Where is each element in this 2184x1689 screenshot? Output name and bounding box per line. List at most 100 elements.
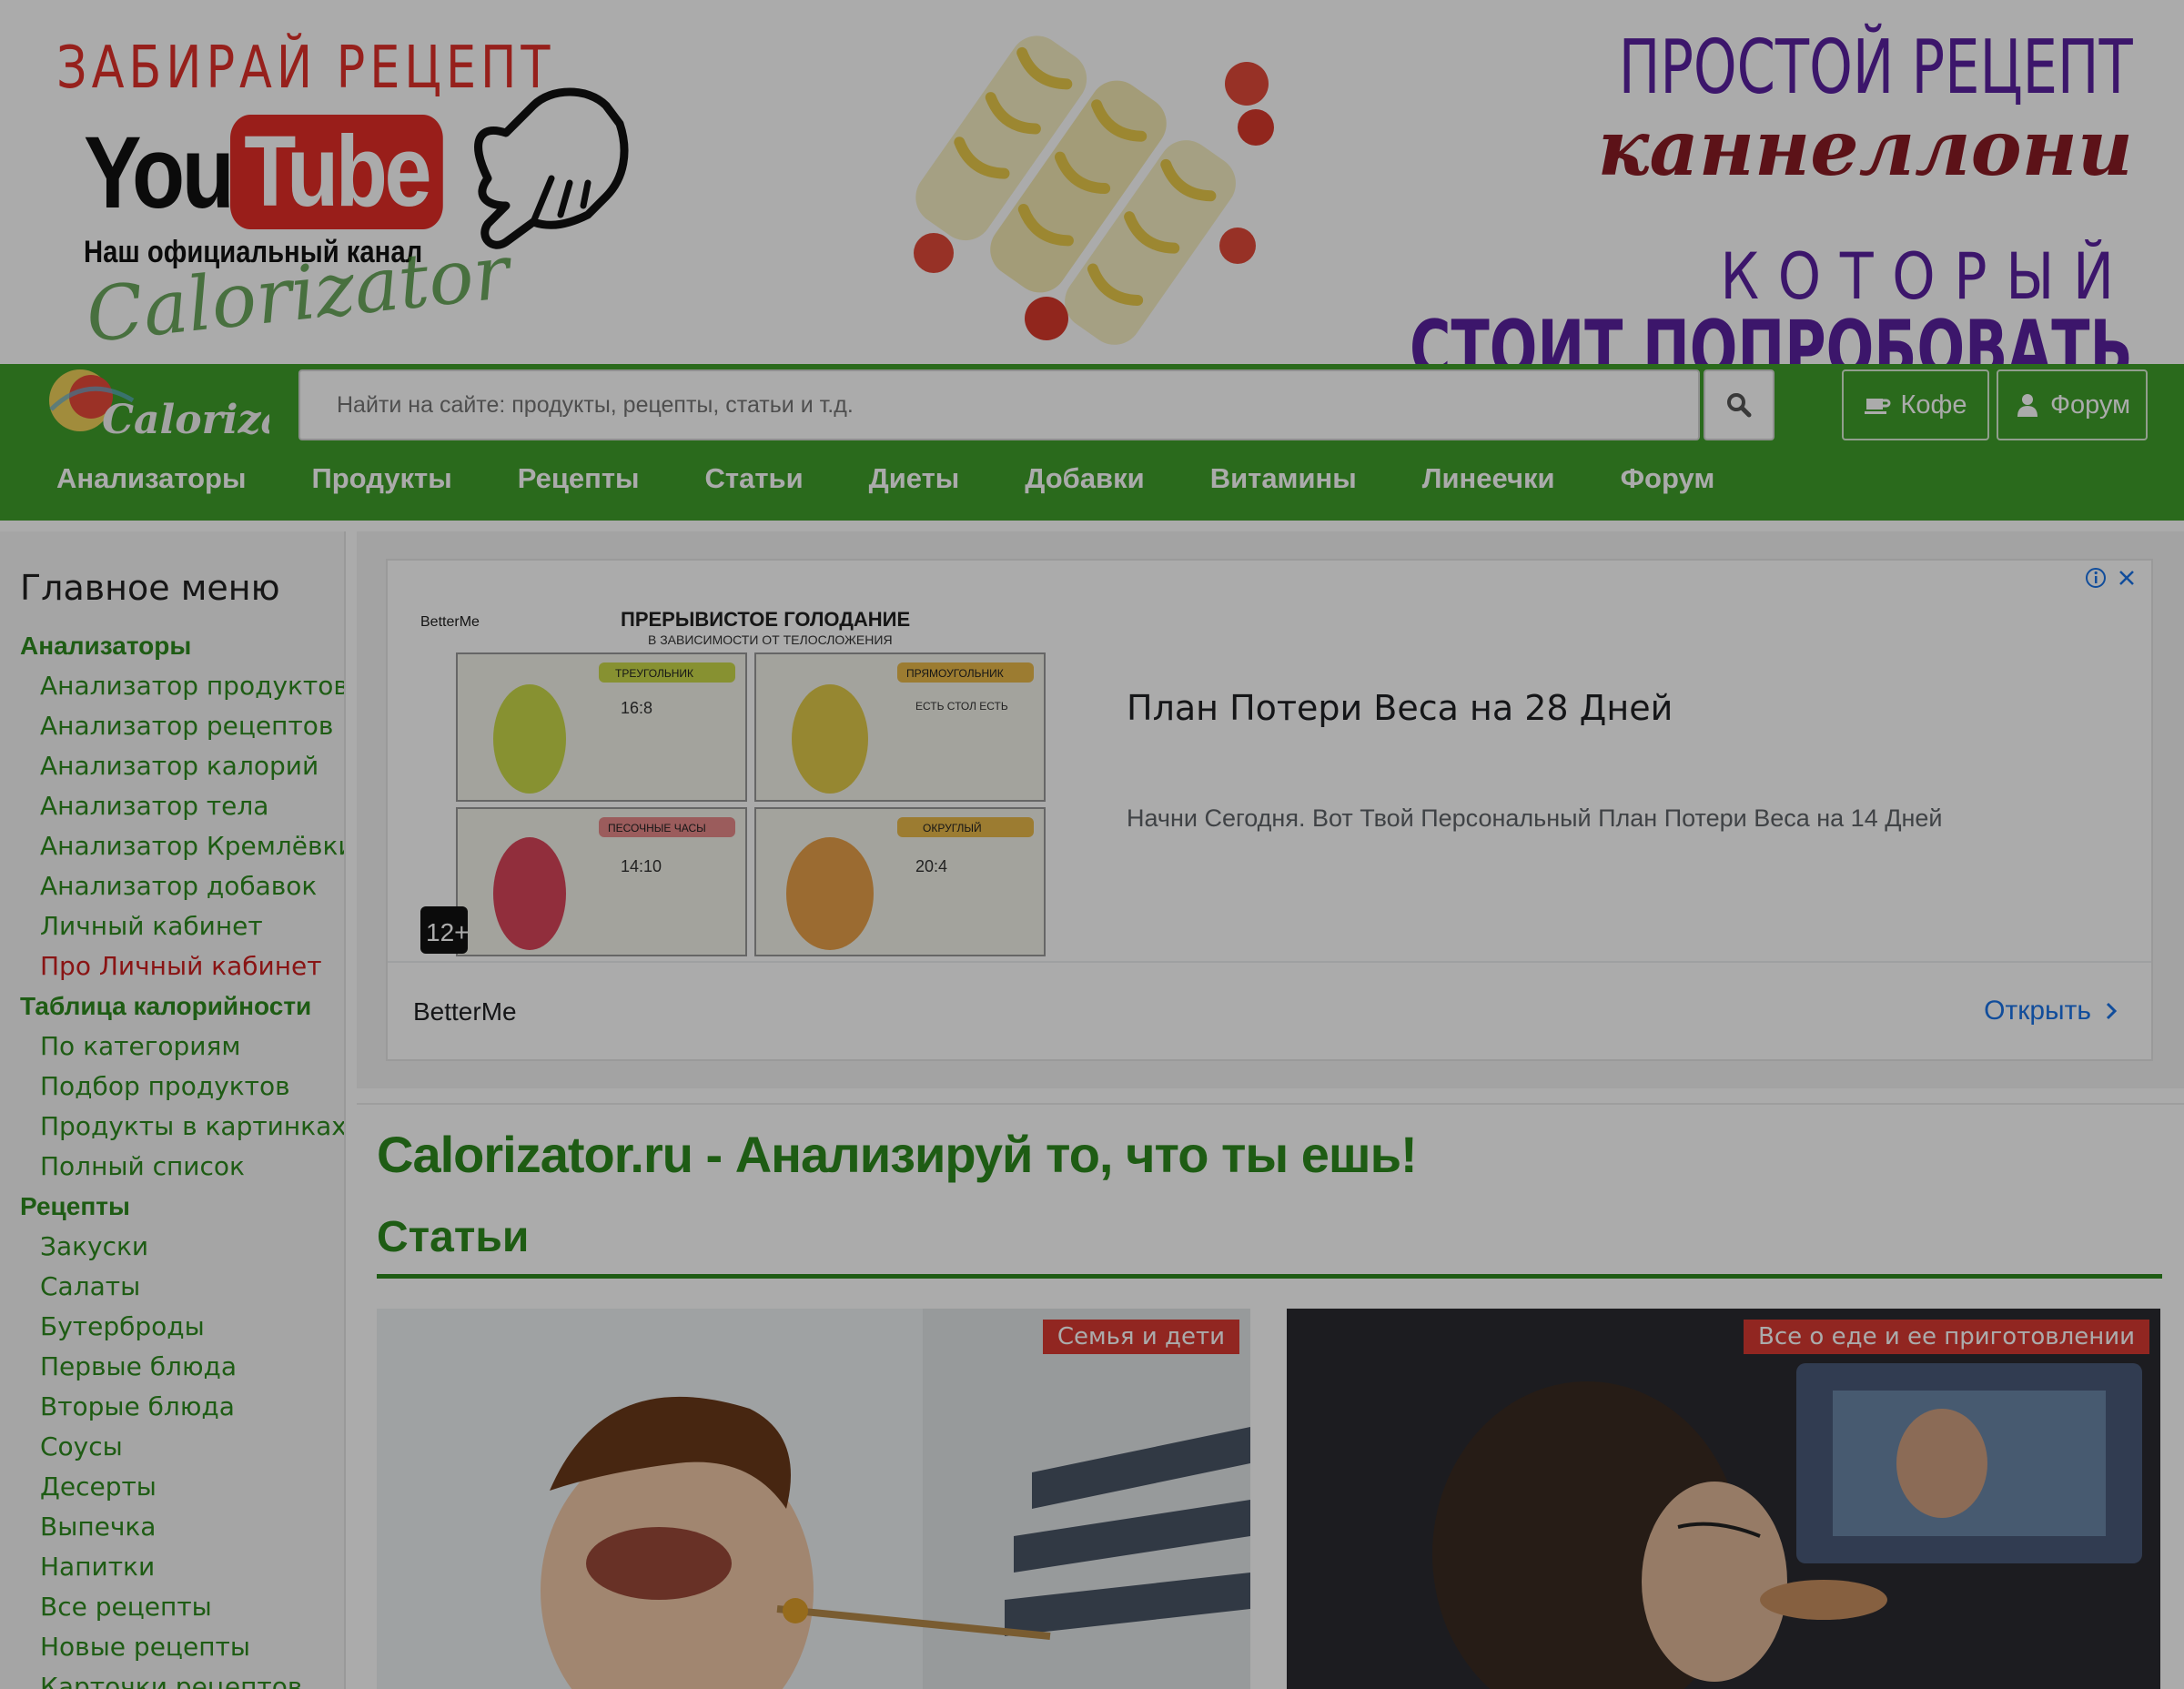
ad-tile-label: ОКРУГЛЫЙ [923,821,982,834]
search-icon [1727,393,1752,418]
nav-item-diets[interactable]: Диеты [869,462,960,495]
sidebar-link[interactable]: Вторые блюда [20,1387,344,1427]
ad-tile: ПРЯМОУГОЛЬНИК ЕСТЬ СТОЛ ЕСТЬ [754,652,1046,802]
ad-close-icon[interactable] [2115,566,2138,590]
section-heading[interactable]: Статьи [377,1212,529,1262]
article-image-child-eating [377,1309,1250,1689]
pointing-hand-icon [474,87,629,249]
ad-brand: BetterMe [413,997,517,1026]
sidebar-link[interactable]: Анализатор калорий [20,746,344,786]
nav-item-recipes[interactable]: Рецепты [518,462,640,495]
sidebar-section-calorie-table[interactable]: Таблица калорийности [20,986,344,1027]
sidebar-link[interactable]: Личный кабинет [20,906,344,946]
sidebar-link[interactable]: Напитки [20,1547,344,1587]
ad-image-title: ПРЕРЫВИСТОЕ ГОЛОДАНИЕ [621,608,910,631]
ad-open-label: Открыть [1984,996,2091,1026]
ad-controls [2084,566,2138,590]
sidebar-link[interactable]: Все рецепты [20,1587,344,1627]
coffee-label: Кофе [1900,389,1967,420]
ad-tile: ПЕСОЧНЫЕ ЧАСЫ 14:10 [456,807,747,956]
nav-item-products[interactable]: Продукты [311,462,451,495]
nav-item-articles[interactable]: Статьи [705,462,804,495]
sidebar-link[interactable]: Бутерброды [20,1307,344,1347]
sidebar-link[interactable]: Первые блюда [20,1347,344,1387]
sidebar-link[interactable]: Анализатор тела [20,786,344,826]
nav-item-vitamins[interactable]: Витамины [1210,462,1357,495]
sidebar-link[interactable]: Карточки рецептов [20,1667,344,1689]
site-heading: Calorizator.ru - Анализируй то, что ты е… [377,1126,1418,1183]
sidebar-link[interactable]: Выпечка [20,1507,344,1547]
nav-item-forum[interactable]: Форум [1621,462,1715,495]
banner-right-line3: КОТОРЫЙ [1720,239,2133,314]
sidebar-link[interactable]: Салаты [20,1267,344,1307]
sidebar: Главное меню Анализаторы Анализатор прод… [0,531,346,1689]
sidebar-link[interactable]: Подбор продуктов [20,1067,344,1107]
sidebar-link[interactable]: Анализатор продуктов [20,666,344,706]
coffee-cup-icon [1865,399,1891,414]
search-box [298,369,1700,440]
user-icon [2017,394,2037,417]
ad-tile-label: ТРЕУГОЛЬНИК [615,667,693,680]
banner-right-line2: каннеллони [1597,103,2134,193]
youtube-logo-you: You [84,115,235,229]
sidebar-link[interactable]: Полный список [20,1147,344,1187]
site-header: Calorizator Кофе Форум [0,364,2184,521]
youtube-logo[interactable]: You Tube [84,113,480,231]
main-content: Calorizator.ru - Анализируй то, что ты е… [357,1103,2184,1689]
ad-tile-value: ЕСТЬ СТОЛ ЕСТЬ [915,700,1008,713]
sidebar-link[interactable]: Соусы [20,1427,344,1467]
nav-item-analyzers[interactable]: Анализаторы [56,462,246,495]
ad-image[interactable]: BetterMe ПРЕРЫВИСТОЕ ГОЛОДАНИЕ В ЗАВИСИМ… [420,584,1063,957]
sidebar-link[interactable]: По категориям [20,1027,344,1067]
ad-open-button[interactable]: Открыть [1984,996,2118,1027]
coffee-button[interactable]: Кофе [1842,369,1989,440]
sidebar-section-analyzers[interactable]: Анализаторы [20,626,344,666]
youtube-logo-tube: Tube [230,115,443,229]
ad-headline[interactable]: План Потери Веса на 28 Дней [1127,688,1673,728]
ad-divider [388,961,2151,963]
ad-unit[interactable]: BetterMe ПРЕРЫВИСТОЕ ГОЛОДАНИЕ В ЗАВИСИМ… [386,559,2153,1061]
article-image-woman-eating [1287,1309,2160,1689]
promo-banner[interactable]: ЗАБИРАЙ РЕЦЕПТ You Tube Наш официальный … [0,0,2184,364]
sidebar-link[interactable]: Новые рецепты [20,1627,344,1667]
sidebar-link[interactable]: Анализатор Кремлёвки [20,826,344,866]
banner-right-line1: ПРОСТОЙ РЕЦЕПТ [1619,25,2133,111]
ad-tile-value: 14:10 [621,857,662,875]
sidebar-link[interactable]: Десерты [20,1467,344,1507]
banner-right-text: ПРОСТОЙ РЕЦЕПТ каннеллони КОТОРЫЙ СТОИТ … [1128,25,2134,365]
sidebar-link[interactable]: Анализатор рецептов [20,706,344,746]
sidebar-title: Главное меню [20,568,280,608]
category-tag[interactable]: Все о еде и ее приготовлении [1744,1320,2149,1354]
ad-image-subtitle: В ЗАВИСИМОСТИ ОТ ТЕЛОСЛОЖЕНИЯ [648,632,893,647]
ad-tile: ТРЕУГОЛЬНИК 16:8 [456,652,747,802]
sidebar-link-highlighted[interactable]: Про Личный кабинет [20,946,344,986]
ad-age-badge: 12+ [426,918,470,946]
site-logo[interactable]: Calorizator [33,364,269,446]
article-card[interactable]: Семья и дети [377,1309,1250,1689]
nav-item-rulers[interactable]: Линеечки [1422,462,1555,495]
category-tag[interactable]: Семья и дети [1042,1320,1239,1354]
ad-description: Начни Сегодня. Вот Твой Персональный Пла… [1127,804,1943,832]
sidebar-link[interactable]: Продукты в картинках [20,1107,344,1147]
ad-tile: ОКРУГЛЫЙ 20:4 [754,807,1046,956]
logo-text: Calorizator [102,397,269,443]
ad-container: BetterMe ПРЕРЫВИСТОЕ ГОЛОДАНИЕ В ЗАВИСИМ… [357,531,2184,1088]
ad-tile-label: ПРЯМОУГОЛЬНИК [906,667,1004,680]
forum-label: Форум [2049,389,2131,420]
forum-button[interactable]: Форум [1997,369,2148,440]
ad-image-brand: BetterMe [420,614,480,630]
nav-item-supplements[interactable]: Добавки [1025,462,1144,495]
main-nav: Анализаторы Продукты Рецепты Статьи Диет… [56,462,1780,495]
ad-tile-value: 20:4 [915,857,947,875]
chevron-right-icon [2106,1002,2118,1020]
ad-info-icon[interactable] [2084,566,2108,590]
ad-tile-value: 16:8 [621,699,652,717]
ad-tile-label: ПЕСОЧНЫЕ ЧАСЫ [608,822,706,834]
sidebar-link[interactable]: Закуски [20,1227,344,1267]
sidebar-section-recipes[interactable]: Рецепты [20,1187,344,1227]
article-card[interactable]: Все о еде и ее приготовлении [1287,1309,2160,1689]
page: ЗАБИРАЙ РЕЦЕПТ You Tube Наш официальный … [0,0,2184,1689]
sidebar-link[interactable]: Анализатор добавок [20,866,344,906]
search-input[interactable] [300,371,1698,439]
search-button[interactable] [1704,369,1774,440]
